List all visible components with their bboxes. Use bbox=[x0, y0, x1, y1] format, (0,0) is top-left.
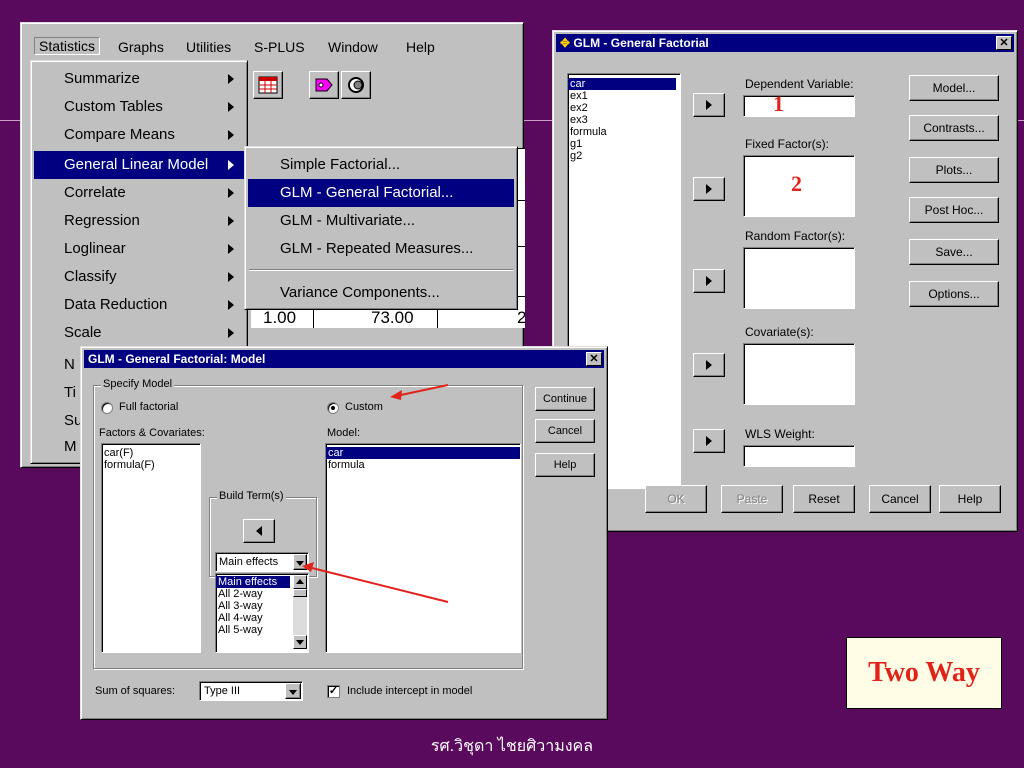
two-way-callout: Two Way bbox=[846, 637, 1002, 709]
arrow-to-custom bbox=[395, 384, 449, 397]
slide-footer-author: รศ.วิชุดา ไชยศิวามงคล bbox=[430, 738, 594, 755]
arrow-to-build-term bbox=[307, 566, 449, 603]
arrowhead-icon bbox=[302, 562, 314, 572]
arrowhead-icon bbox=[390, 390, 402, 400]
